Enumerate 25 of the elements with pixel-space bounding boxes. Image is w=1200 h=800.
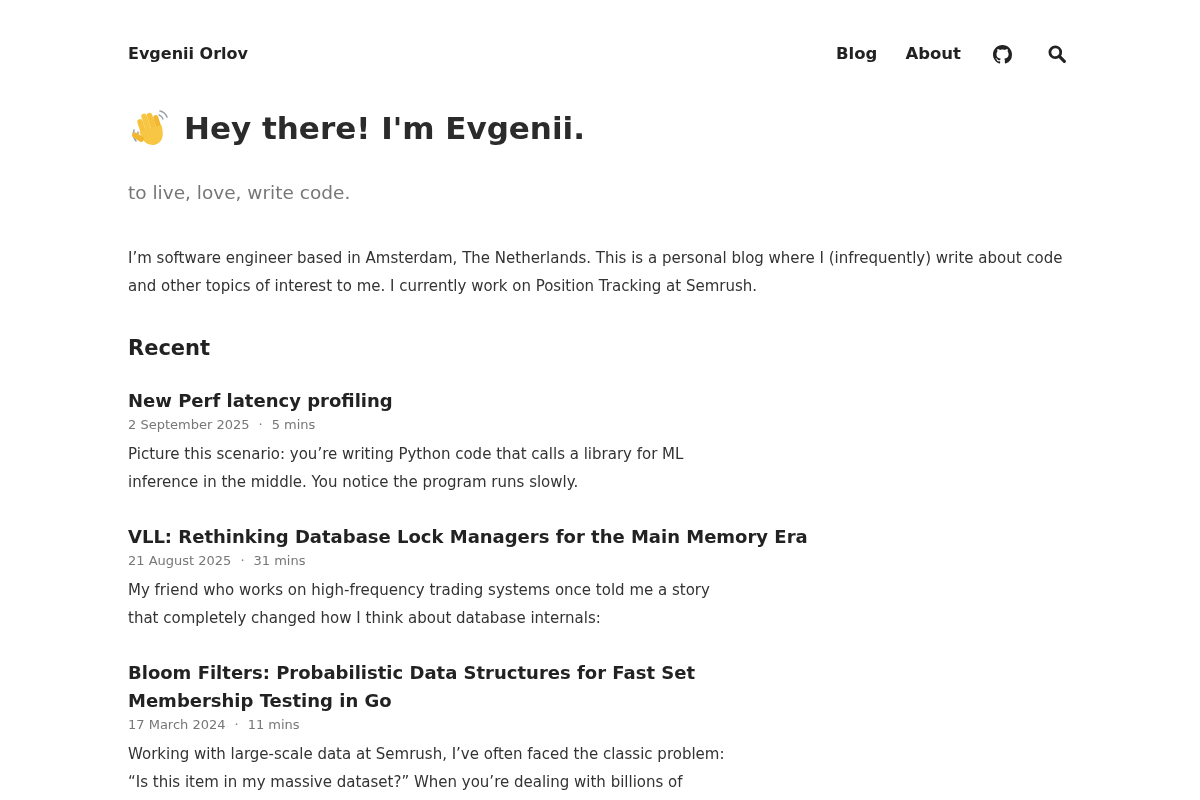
reading-time: 11 mins <box>247 716 300 734</box>
search-icon[interactable] <box>1048 45 1066 63</box>
reading-time: 5 mins <box>271 416 316 434</box>
post-title-link[interactable]: Bloom Filters: Probabilistic Data Structures for Fast Set Membership Testing in Go <box>128 659 813 715</box>
page-heading: Hey there! I'm Evgenii. <box>184 109 585 148</box>
nav-link[interactable]: Blog <box>836 40 878 68</box>
meta-separator: · <box>234 716 239 734</box>
meta-separator: · <box>240 552 245 570</box>
meta-separator: · <box>258 416 263 434</box>
post-title-link[interactable]: VLL: Rethinking Database Lock Managers for the Main Memory Era <box>128 523 808 551</box>
github-icon[interactable] <box>993 44 1012 64</box>
reading-time: 31 mins <box>253 552 306 570</box>
post-summary: Working with large-scale data at Semrush, I’ve often faced the classic problem: “Is this item in my massive dataset?” When you’re dealing with billions of <box>128 744 726 793</box>
intro-paragraph: I’m software engineer based in Amsterdam, The Netherlands. This is a personal blog where I (infrequently) write about code and other topics of interest to me. I currently work on Position Tracking at Semrush. <box>128 248 1064 297</box>
site-title[interactable]: Evgenii Orlov <box>128 40 248 68</box>
tagline: to live, love, write code. <box>128 181 352 205</box>
post-summary: My friend who works on high-frequency trading systems once told me a story that completely changed how I think about database internals: <box>128 580 711 629</box>
section-heading: Recent <box>128 335 212 362</box>
post-title-link[interactable]: New Perf latency profiling <box>128 387 393 415</box>
nav-link[interactable]: About <box>905 40 961 68</box>
post-date: 21 August 2025 <box>128 552 232 570</box>
post-date: 17 March 2024 <box>128 716 226 734</box>
post-summary: Picture this scenario: you’re writing Python code that calls a library for ML inference in the middle. You notice the program runs slowly. <box>128 444 685 493</box>
waving-hand-icon <box>130 108 170 148</box>
post-date: 2 September 2025 <box>128 416 250 434</box>
